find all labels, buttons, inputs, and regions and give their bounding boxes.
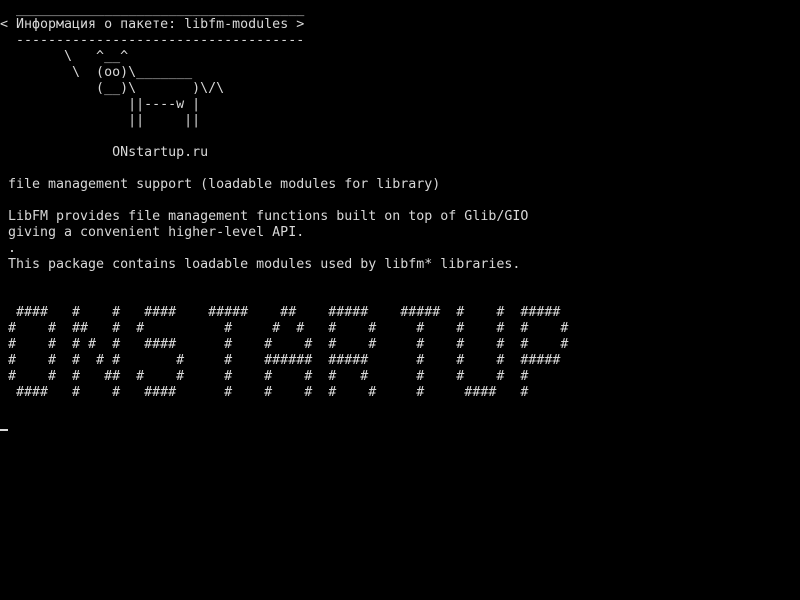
cowsay-bubble-top: ____________________________________ <box>8 2 305 17</box>
ascii-cow-line: ||----w | <box>8 97 201 112</box>
ascii-banner-line: # # ## # # # # # # # # # # # # <box>8 321 569 336</box>
package-description-line: LibFM provides file management functions… <box>8 209 529 224</box>
package-summary: file management support (loadable module… <box>8 177 441 192</box>
ascii-banner-line: #### # # #### ##### ## ##### ##### # # #… <box>8 305 561 320</box>
package-description-line: This package contains loadable modules u… <box>8 257 521 272</box>
ascii-cow-line: || || <box>8 113 201 128</box>
site-name: ONstartup.ru <box>8 145 209 160</box>
text-cursor <box>0 429 8 431</box>
ascii-banner-line: # # # ## # # # # # # # # # # # <box>8 369 529 384</box>
ascii-cow-line: \ (oo)\_______ <box>8 65 193 80</box>
ascii-cow-line: \ ^__^ <box>8 49 129 64</box>
ascii-banner-line: # # # # # # # ###### ##### # # # ##### <box>8 353 561 368</box>
ascii-banner-line: #### # # #### # # # # # # #### # <box>8 385 529 400</box>
cowsay-bubble-text: < Информация о пакете: libfm-modules > <box>0 17 305 32</box>
ascii-banner-line: # # # # # #### # # # # # # # # # # <box>8 337 569 352</box>
cowsay-bubble-bottom: ------------------------------------ <box>8 33 305 48</box>
package-description-line: giving a convenient higher-level API. <box>8 225 305 240</box>
ascii-cow-line: (__)\ )\/\ <box>8 81 225 96</box>
package-description-line: . <box>8 241 17 256</box>
terminal-screen[interactable]: ____________________________________ < И… <box>0 0 800 600</box>
